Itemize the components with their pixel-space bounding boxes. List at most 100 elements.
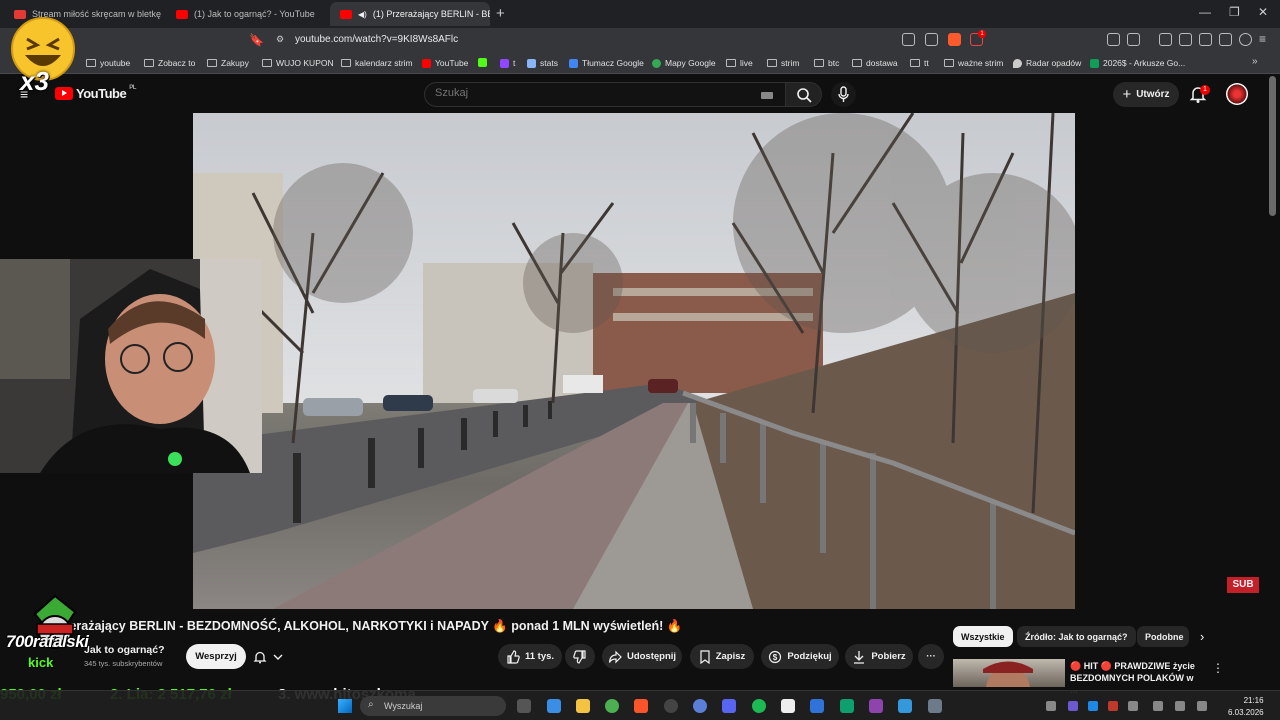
save-button[interactable]: Zapisz bbox=[690, 644, 754, 669]
file-explorer-icon[interactable] bbox=[576, 699, 590, 713]
cast-icon[interactable] bbox=[902, 33, 915, 46]
windows-start-icon[interactable] bbox=[338, 699, 352, 713]
wallet-icon[interactable] bbox=[1199, 33, 1212, 46]
chevron-right-icon[interactable]: › bbox=[1200, 629, 1204, 644]
sheets-icon bbox=[1090, 58, 1099, 68]
bluetooth-icon[interactable] bbox=[1088, 701, 1098, 711]
bookmark-radar[interactable]: Radar opadów bbox=[1013, 58, 1081, 68]
chip-similar[interactable]: Podobne bbox=[1137, 626, 1189, 647]
bookmark-stats[interactable]: stats bbox=[527, 58, 558, 68]
game-icon[interactable] bbox=[781, 699, 795, 713]
volume-icon[interactable] bbox=[1175, 701, 1185, 711]
support-button[interactable]: Wesprzyj bbox=[186, 644, 246, 669]
taskbar-search[interactable]: ⌕ Wyszukaj bbox=[360, 696, 506, 716]
video-player[interactable] bbox=[193, 113, 1075, 609]
spotify-icon[interactable] bbox=[752, 699, 766, 713]
app-icon[interactable] bbox=[693, 699, 707, 713]
bookmark-youtube-folder[interactable]: youtube bbox=[86, 58, 130, 68]
dislike-button[interactable] bbox=[565, 644, 595, 669]
bookmark-wazne-strim[interactable]: ważne strim bbox=[944, 58, 1003, 68]
bookmark-live[interactable]: live bbox=[726, 58, 753, 68]
tray-chevron-icon[interactable] bbox=[1046, 701, 1056, 711]
url-field[interactable]: youtube.com/watch?v=9KI8Ws8AFlc bbox=[295, 34, 458, 45]
search-icon bbox=[797, 88, 812, 103]
extensions-icon[interactable] bbox=[1107, 33, 1120, 46]
app5-icon[interactable] bbox=[928, 699, 942, 713]
maximize-button[interactable]: ❐ bbox=[1229, 5, 1240, 19]
media-icon[interactable] bbox=[1159, 33, 1172, 46]
recommendation-thumbnail[interactable] bbox=[953, 659, 1065, 687]
vpn-icon[interactable] bbox=[1239, 33, 1252, 46]
tray-app-icon[interactable] bbox=[1108, 701, 1118, 711]
folder-icon bbox=[341, 59, 351, 67]
bookmark-wujo-kupon[interactable]: WUJO KUPON bbox=[262, 58, 334, 68]
bookmark-youtube[interactable]: YouTube bbox=[422, 58, 468, 68]
brave-icon[interactable] bbox=[634, 699, 648, 713]
network-icon[interactable] bbox=[1153, 701, 1163, 711]
audio-playing-icon[interactable]: ◀) bbox=[358, 10, 367, 19]
site-info-icon[interactable]: ⚙ bbox=[276, 34, 284, 45]
more-actions-button[interactable]: ··· bbox=[918, 644, 944, 669]
recommendation-menu-icon[interactable]: ⋮ bbox=[1212, 661, 1224, 675]
new-tab-button[interactable]: + bbox=[496, 5, 505, 22]
subscribe-watermark[interactable]: SUB bbox=[1227, 577, 1259, 593]
app4-icon[interactable] bbox=[898, 699, 912, 713]
bookmark-btc[interactable]: btc bbox=[814, 58, 839, 68]
like-button[interactable]: 11 tys. bbox=[498, 644, 562, 669]
browser-tab-active[interactable]: ◀) (1) Przerażający BERLIN - BEZ × bbox=[330, 2, 490, 26]
thumbnail-image bbox=[983, 661, 1033, 687]
thanks-button[interactable]: $ Podziękuj bbox=[761, 644, 839, 669]
bookmark-twitch[interactable]: t bbox=[500, 58, 515, 68]
bookmark-tt[interactable]: tt bbox=[910, 58, 929, 68]
steam-icon[interactable] bbox=[1128, 701, 1138, 711]
sidebar-icon[interactable] bbox=[1179, 33, 1192, 46]
search-box[interactable] bbox=[424, 82, 786, 107]
bookmark-strim[interactable]: strim bbox=[767, 58, 799, 68]
bookmark-zakupy[interactable]: Zakupy bbox=[207, 58, 249, 68]
bookmark-icon[interactable]: 🔖 bbox=[249, 33, 264, 47]
share-page-icon[interactable] bbox=[925, 33, 938, 46]
screenshot-icon[interactable] bbox=[1127, 33, 1140, 46]
bookmark-kick[interactable] bbox=[478, 58, 491, 67]
close-window-button[interactable]: ✕ bbox=[1258, 5, 1268, 19]
obs-icon[interactable] bbox=[664, 699, 678, 713]
widgets-icon[interactable] bbox=[547, 699, 561, 713]
search-input[interactable] bbox=[435, 87, 735, 99]
bookmark-tlumacz[interactable]: Tłumacz Google bbox=[569, 58, 644, 68]
keyboard-icon[interactable] bbox=[761, 92, 773, 99]
browser-tab-jak-to-ogarnac[interactable]: (1) Jak to ogarnąć? - YouTube bbox=[166, 2, 326, 26]
share-button[interactable]: Udostępnij bbox=[602, 644, 682, 669]
app2-icon[interactable] bbox=[810, 699, 824, 713]
discord-icon[interactable] bbox=[722, 699, 736, 713]
minimize-button[interactable]: — bbox=[1199, 5, 1211, 19]
chrome-icon[interactable] bbox=[605, 699, 619, 713]
bookmark-zobacz-to[interactable]: Zobacz to bbox=[144, 58, 195, 68]
voice-search-button[interactable] bbox=[831, 82, 856, 107]
excel-icon[interactable] bbox=[840, 699, 854, 713]
folder-icon bbox=[207, 59, 217, 67]
create-button[interactable]: + Utwórz bbox=[1113, 82, 1179, 107]
taskbar-clock[interactable]: 21:16 6.03.2026 bbox=[1228, 695, 1264, 719]
page-scrollbar[interactable] bbox=[1269, 76, 1276, 216]
youtube-logo[interactable]: YouTube PL bbox=[55, 85, 136, 101]
task-view-icon[interactable] bbox=[517, 699, 531, 713]
leo-ai-icon[interactable] bbox=[1219, 33, 1232, 46]
pen-icon[interactable] bbox=[1068, 701, 1078, 711]
search-button[interactable] bbox=[785, 82, 822, 107]
battery-icon[interactable] bbox=[1197, 701, 1207, 711]
chip-all[interactable]: Wszystkie bbox=[953, 626, 1013, 647]
app3-icon[interactable] bbox=[869, 699, 883, 713]
bookmark-kalendarz-strim[interactable]: kalendarz strim bbox=[341, 58, 413, 68]
bookmark-mapy[interactable]: Mapy Google bbox=[652, 58, 716, 68]
chip-source[interactable]: Źródło: Jak to ogarnąć? bbox=[1017, 626, 1136, 647]
bookmark-arkusze[interactable]: 2026$ - Arkusze Go... bbox=[1090, 58, 1185, 68]
download-button[interactable]: Pobierz bbox=[845, 644, 913, 669]
menu-icon[interactable]: ≡ bbox=[1259, 32, 1266, 46]
notification-settings-button[interactable] bbox=[253, 646, 297, 668]
bookmark-dostawa[interactable]: dostawa bbox=[852, 58, 898, 68]
bookmark-label: ważne strim bbox=[958, 58, 1004, 68]
account-avatar[interactable] bbox=[1226, 83, 1248, 105]
more-bookmarks-icon[interactable]: » bbox=[1252, 56, 1258, 67]
youtube-icon bbox=[422, 58, 431, 68]
brave-shield-icon[interactable] bbox=[948, 33, 961, 46]
